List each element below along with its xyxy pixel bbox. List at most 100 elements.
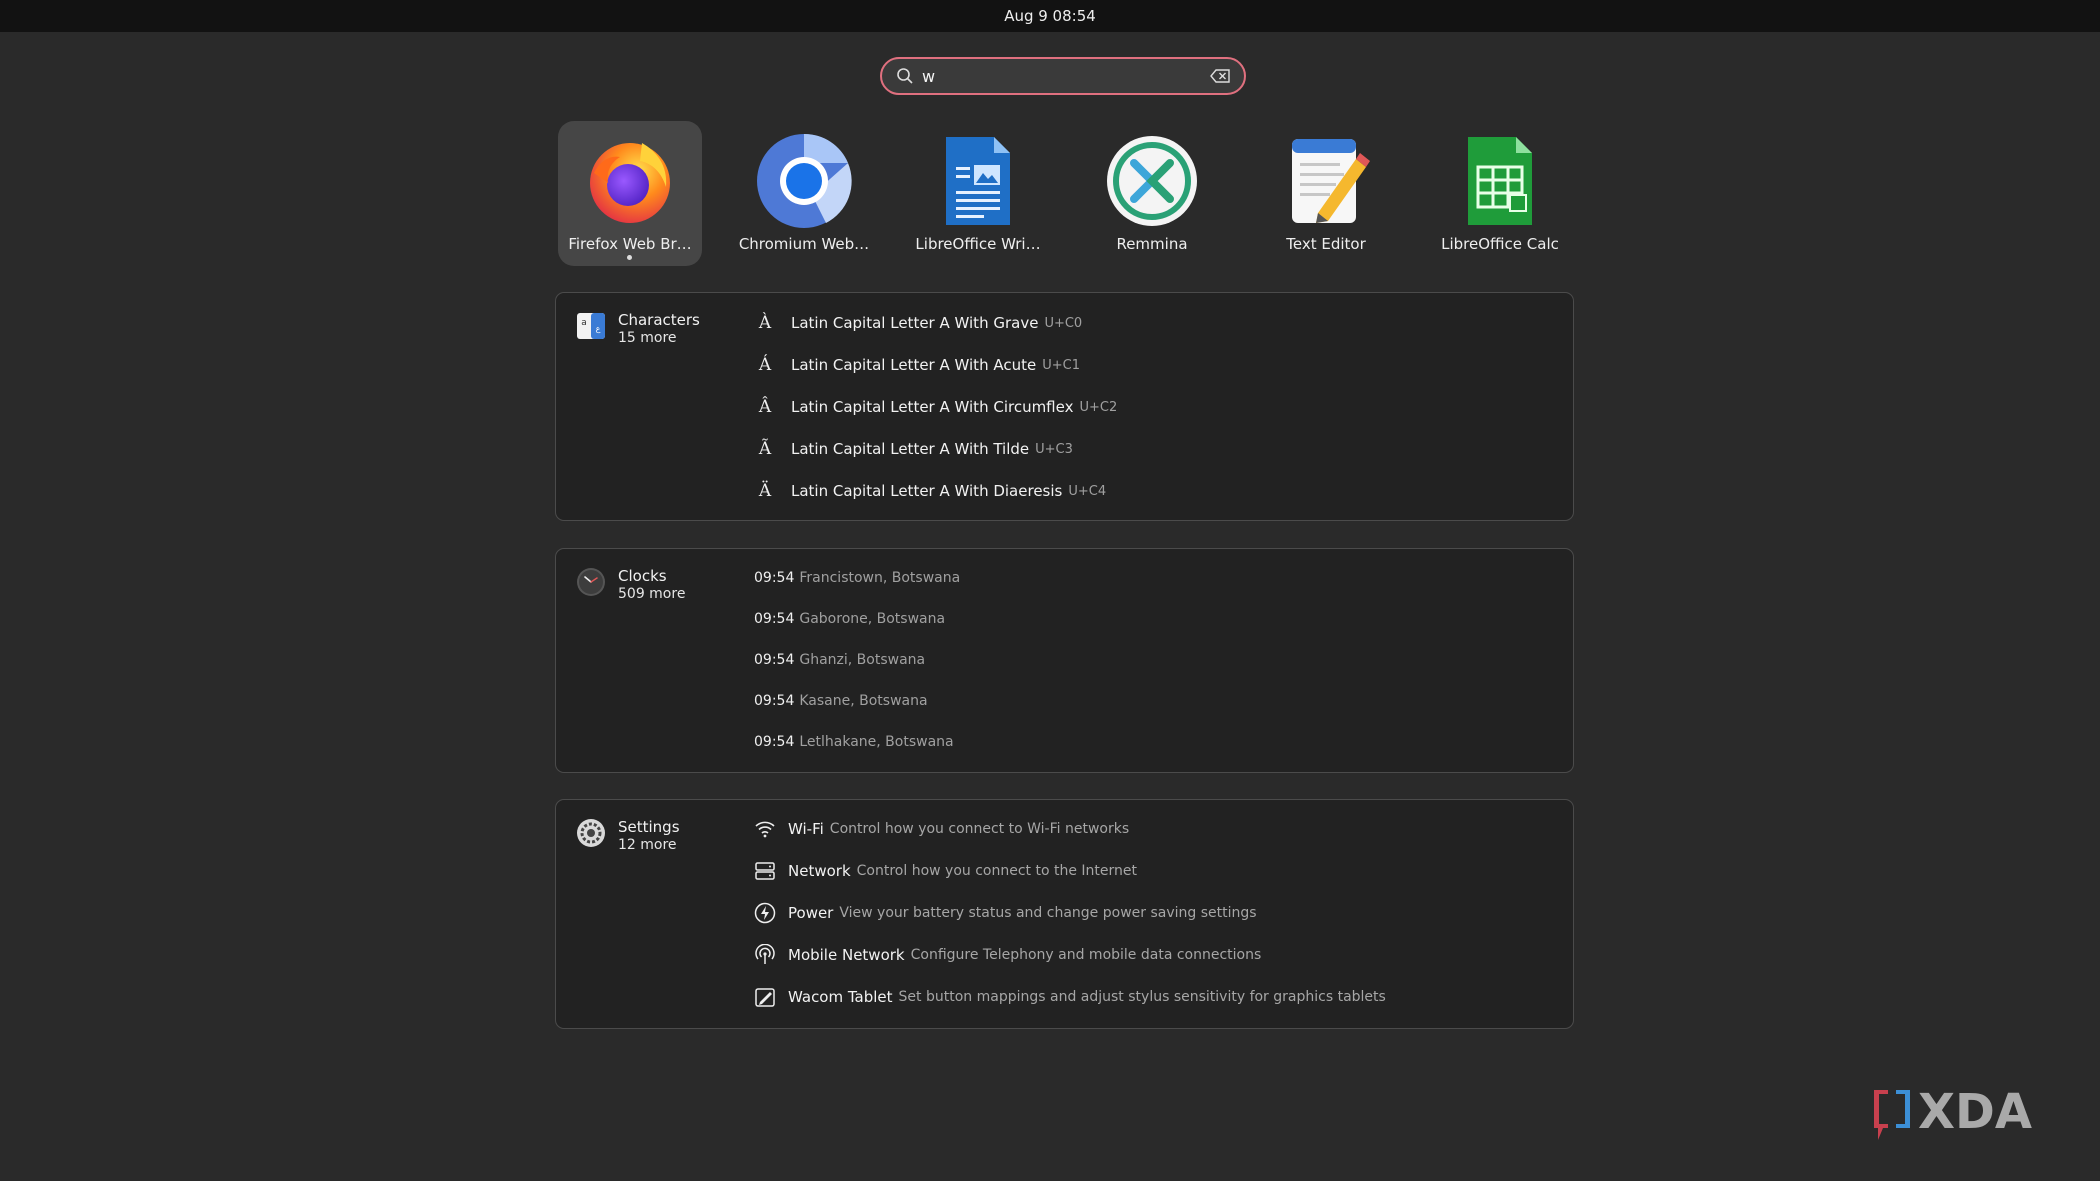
clock-time: 09:54 [754,734,795,750]
svg-text:a: a [581,318,587,328]
provider-name: Clocks [618,567,667,585]
clock-datetime[interactable]: Aug 9 08:54 [1004,7,1096,25]
app-label: LibreOffice Calc [1441,235,1559,253]
remmina-icon [1107,136,1197,226]
clock-time: 09:54 [754,652,795,668]
network-icon [752,859,778,883]
character-result[interactable]: À Latin Capital Letter A With Grave U+C0 [755,311,1082,335]
character-name: Latin Capital Letter A With Diaeresis [791,482,1063,500]
clock-result[interactable]: 09:54 Letlhakane, Botswana [754,730,954,754]
clock-time: 09:54 [754,693,795,709]
character-glyph: À [758,313,772,333]
character-result[interactable]: Ã Latin Capital Letter A With Tilde U+C3 [755,437,1073,461]
clocks-provider[interactable]: Clocks 509 more [576,567,685,603]
settings-item-title: Mobile Network [788,946,905,964]
settings-result-network[interactable]: Network Control how you connect to the I… [752,859,1137,883]
settings-app-icon [577,819,605,847]
search-input[interactable] [922,66,1210,86]
settings-result-mobile-network[interactable]: Mobile Network Configure Telephony and m… [752,943,1261,967]
search-icon [896,67,914,85]
clear-search-icon[interactable] [1210,67,1232,85]
clocks-app-icon [577,568,605,596]
settings-result-power[interactable]: Power View your battery status and chang… [752,901,1257,925]
provider-name: Settings [618,818,680,836]
app-libreoffice-writer[interactable]: LibreOffice Wri… [906,121,1050,266]
wacom-tablet-icon [752,985,778,1009]
xda-logo: XDA [1874,1084,2032,1140]
settings-results: Settings 12 more Wi-Fi Control how you c… [555,799,1574,1029]
settings-provider[interactable]: Settings 12 more [576,818,680,854]
clock-location: Ghanzi, Botswana [799,652,926,668]
character-code: U+C0 [1044,315,1083,331]
character-glyph: Á [758,355,772,375]
clock-result[interactable]: 09:54 Ghanzi, Botswana [754,648,925,672]
power-icon [752,901,778,925]
app-label: Chromium Web… [738,235,870,253]
character-code: U+C2 [1079,399,1118,415]
character-name: Latin Capital Letter A With Grave [791,314,1039,332]
chromium-icon [757,133,852,228]
libreoffice-calc-icon [1468,137,1532,225]
character-code: U+C1 [1042,357,1080,373]
firefox-icon [590,143,670,223]
character-code: U+C3 [1035,441,1073,457]
settings-result-wifi[interactable]: Wi-Fi Control how you connect to Wi-Fi n… [752,817,1129,841]
character-glyph: Â [758,397,772,417]
settings-item-title: Network [788,862,851,880]
app-label: Firefox Web Br… [568,235,692,253]
provider-name: Characters [618,311,700,329]
characters-provider[interactable]: a ع Characters 15 more [576,311,700,347]
libreoffice-writer-icon [946,137,1010,225]
clock-time: 09:54 [754,611,795,627]
settings-item-description: Set button mappings and adjust stylus se… [898,989,1386,1005]
settings-item-title: Power [788,904,834,922]
clock-result[interactable]: 09:54 Kasane, Botswana [754,689,928,713]
clocks-results: Clocks 509 more 09:54 Francistown, Botsw… [555,548,1574,773]
text-editor-icon [1292,139,1370,223]
wifi-icon [752,817,778,841]
clock-location: Francistown, Botswana [799,570,961,586]
provider-more-count: 15 more [618,330,677,346]
character-glyph: Ã [758,439,772,459]
clock-time: 09:54 [754,570,795,586]
characters-app-icon: a ع [577,313,605,339]
mobile-network-icon [752,943,778,967]
settings-item-title: Wi-Fi [788,820,824,838]
xda-logo-text: XDA [1918,1084,2032,1140]
clock-location: Kasane, Botswana [799,693,928,709]
app-chromium[interactable]: Chromium Web… [732,121,876,266]
app-text-editor[interactable]: Text Editor [1254,121,1398,266]
app-label: Text Editor [1286,235,1366,253]
character-name: Latin Capital Letter A With Acute [791,356,1037,374]
settings-item-description: Control how you connect to Wi-Fi network… [829,821,1130,837]
clock-result[interactable]: 09:54 Gaborone, Botswana [754,607,945,631]
provider-more-count: 12 more [618,837,677,853]
clock-location: Gaborone, Botswana [799,611,946,627]
app-libreoffice-calc[interactable]: LibreOffice Calc [1428,121,1572,266]
app-results: Firefox Web Br… Chromium Web… LibreOffic… [555,121,1559,266]
character-glyph: Ä [758,481,772,501]
top-bar: Aug 9 08:54 [0,0,2100,32]
character-name: Latin Capital Letter A With Tilde [791,440,1030,458]
settings-item-description: Control how you connect to the Internet [856,863,1137,879]
settings-item-description: View your battery status and change powe… [839,905,1257,921]
running-indicator [627,255,632,260]
character-result[interactable]: Ä Latin Capital Letter A With Diaeresis … [755,479,1106,503]
app-remmina[interactable]: Remmina [1080,121,1224,266]
settings-item-description: Configure Telephony and mobile data conn… [910,947,1262,963]
app-label: Remmina [1116,235,1188,253]
character-name: Latin Capital Letter A With Circumflex [791,398,1074,416]
character-code: U+C4 [1068,483,1107,499]
svg-text:ع: ع [596,324,601,333]
app-firefox[interactable]: Firefox Web Br… [558,121,702,266]
search-box[interactable] [880,57,1246,95]
settings-result-wacom-tablet[interactable]: Wacom Tablet Set button mappings and adj… [752,985,1386,1009]
clock-location: Letlhakane, Botswana [799,734,954,750]
settings-item-title: Wacom Tablet [788,988,893,1006]
character-result[interactable]: Á Latin Capital Letter A With Acute U+C1 [755,353,1080,377]
clock-result[interactable]: 09:54 Francistown, Botswana [754,566,960,590]
characters-results: a ع Characters 15 more À Latin Capital L… [555,292,1574,521]
provider-more-count: 509 more [618,586,686,602]
app-label: LibreOffice Wri… [915,235,1041,253]
character-result[interactable]: Â Latin Capital Letter A With Circumflex… [755,395,1117,419]
